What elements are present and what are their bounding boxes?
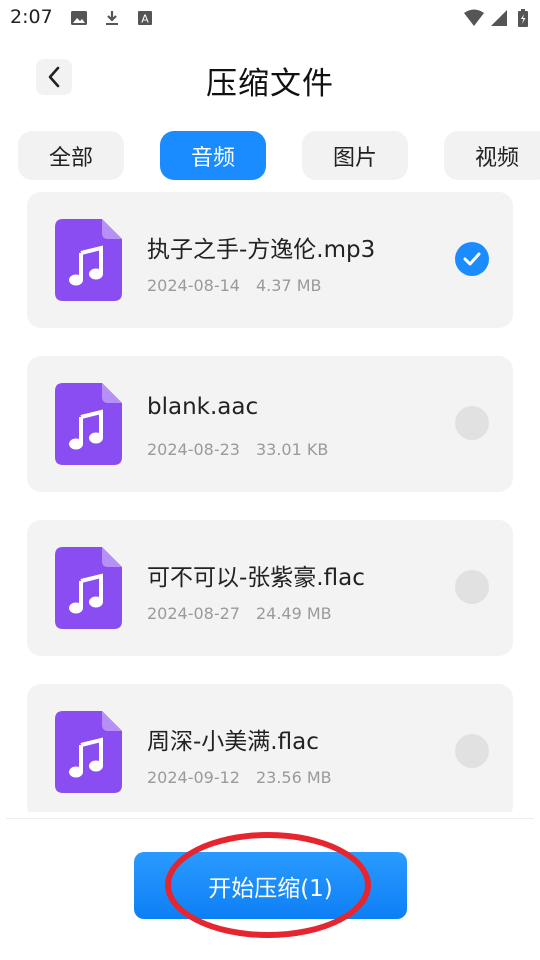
file-meta: 2024-09-12 23.56 MB xyxy=(147,768,332,787)
music-file-icon xyxy=(55,711,122,793)
battery-icon xyxy=(517,9,529,27)
file-item[interactable]: 执子之手-方逸伦.mp3 2024-08-14 4.37 MB xyxy=(27,192,513,328)
music-file-icon xyxy=(55,383,122,465)
checkmark-icon xyxy=(463,252,481,266)
file-date: 2024-08-23 xyxy=(147,440,240,459)
page-title: 压缩文件 xyxy=(206,66,334,102)
svg-text:A: A xyxy=(141,13,149,26)
file-date: 2024-09-12 xyxy=(147,768,240,787)
file-name: blank.aac xyxy=(147,394,259,420)
status-bar: 2:07 A xyxy=(0,0,540,36)
tab-audio[interactable]: 音频 xyxy=(160,131,266,180)
wifi-icon xyxy=(463,9,485,27)
file-size: 33.01 KB xyxy=(255,440,329,459)
select-checkbox[interactable] xyxy=(455,406,489,440)
file-size: 4.37 MB xyxy=(255,276,322,295)
tab-video[interactable]: 视频 xyxy=(444,131,540,180)
select-checkbox[interactable] xyxy=(455,734,489,768)
file-date: 2024-08-14 xyxy=(147,276,240,295)
file-item[interactable]: 可不可以-张紫豪.flac 2024-08-27 24.49 MB xyxy=(27,520,513,656)
compress-files-screen: 2:07 A 压缩文件 全部 音频 图片 视频 执子之手-方逸伦.mp3 202… xyxy=(0,0,540,960)
file-name: 执子之手-方逸伦.mp3 xyxy=(147,237,376,263)
cellular-signal-icon xyxy=(490,9,508,27)
select-checkbox[interactable] xyxy=(455,570,489,604)
file-list[interactable]: 执子之手-方逸伦.mp3 2024-08-14 4.37 MB blank.aa… xyxy=(0,192,540,812)
file-item[interactable]: 周深-小美满.flac 2024-09-12 23.56 MB xyxy=(27,684,513,812)
file-name: 周深-小美满.flac xyxy=(147,729,319,755)
file-name: 可不可以-张紫豪.flac xyxy=(147,565,365,591)
start-compress-button[interactable]: 开始压缩(1) xyxy=(134,852,407,919)
status-time: 2:07 xyxy=(10,6,53,28)
download-icon xyxy=(103,9,121,27)
file-meta: 2024-08-23 33.01 KB xyxy=(147,440,328,459)
tab-images[interactable]: 图片 xyxy=(302,131,408,180)
file-size: 24.49 MB xyxy=(255,604,332,623)
file-item[interactable]: blank.aac 2024-08-23 33.01 KB xyxy=(27,356,513,492)
music-file-icon xyxy=(55,547,122,629)
select-checkbox[interactable] xyxy=(455,242,489,276)
app-a-icon: A xyxy=(136,9,154,27)
file-size: 23.56 MB xyxy=(255,768,332,787)
file-meta: 2024-08-27 24.49 MB xyxy=(147,604,332,623)
music-file-icon xyxy=(55,219,122,301)
tab-all[interactable]: 全部 xyxy=(18,131,124,180)
file-date: 2024-08-27 xyxy=(147,604,240,623)
file-meta: 2024-08-14 4.37 MB xyxy=(147,276,321,295)
image-icon xyxy=(70,9,88,27)
